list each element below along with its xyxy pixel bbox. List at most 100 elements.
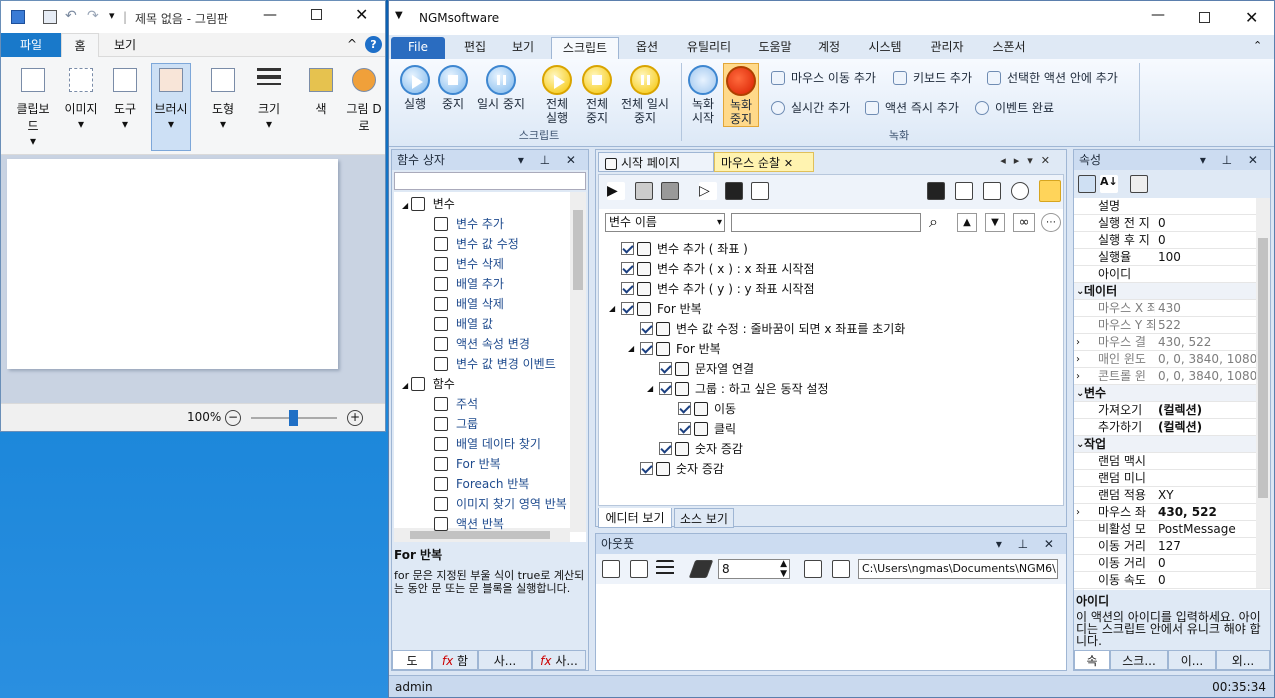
script-node[interactable]: 이동 <box>678 399 736 419</box>
node-checkbox[interactable] <box>678 422 691 435</box>
event-complete-button[interactable]: 이벤트 완료 <box>975 99 1054 117</box>
property-category[interactable]: ⌄ 작업 <box>1074 436 1270 453</box>
property-value[interactable]: 100 <box>1158 249 1181 266</box>
property-row[interactable]: 실행 전 지 0 <box>1074 215 1270 232</box>
delete-icon[interactable] <box>983 182 1001 200</box>
add-mouse-move-button[interactable]: 마우스 이동 추가 <box>771 69 876 87</box>
node-checkbox[interactable] <box>659 442 672 455</box>
function-item[interactable]: 주석 <box>434 394 478 414</box>
property-row[interactable]: › 콘트롤 윈 0, 0, 3840, 1080 <box>1074 368 1270 385</box>
expand-icon[interactable]: › <box>1076 504 1080 521</box>
size-tool[interactable]: 크기 ▾ <box>249 63 289 151</box>
stop-button[interactable]: 중지 <box>435 63 471 111</box>
more-icon[interactable]: ⋯ <box>1041 213 1061 232</box>
folder-icon[interactable] <box>832 560 850 578</box>
function-item[interactable]: 배열 삭제 <box>434 294 504 314</box>
props-controls-icon[interactable]: ▾ ⊥ ✕ <box>1200 150 1264 170</box>
function-item[interactable]: Foreach 반복 <box>434 474 529 494</box>
color-tool[interactable]: 색 <box>301 63 341 151</box>
function-item[interactable]: 배열 데이타 찾기 <box>434 434 541 454</box>
image-tool[interactable]: 이미지 ▾ <box>61 63 101 151</box>
save-icon[interactable] <box>43 10 57 24</box>
step-into-icon[interactable] <box>725 182 743 200</box>
script-node[interactable]: 클릭 <box>678 419 736 439</box>
function-item[interactable]: 변수 추가 <box>434 214 504 234</box>
function-item[interactable]: 배열 추가 <box>434 274 504 294</box>
add-inside-selected-button[interactable]: 선택한 액션 안에 추가 <box>987 69 1118 87</box>
property-row[interactable]: 이동 거리 0 <box>1074 555 1270 572</box>
property-value[interactable]: 127 <box>1158 538 1181 555</box>
zoom-thumb[interactable] <box>289 410 298 426</box>
property-value[interactable]: 0 <box>1158 572 1166 589</box>
minimize-icon[interactable]: — <box>263 7 277 23</box>
property-row[interactable]: › 매인 윈도 0, 0, 3840, 1080 <box>1074 351 1270 368</box>
property-row[interactable]: 가져오기 (컬렉션) <box>1074 402 1270 419</box>
undo-icon[interactable]: ↶ <box>65 8 77 24</box>
props-bottom-tab-2[interactable]: 이... <box>1168 650 1216 670</box>
expand-icon[interactable]: ◢ <box>647 379 653 399</box>
step-icon[interactable]: ▷ <box>699 182 717 200</box>
run-all-button[interactable]: 전체 실행 <box>537 63 577 125</box>
function-item[interactable]: 그룹 <box>434 414 478 434</box>
node-checkbox[interactable] <box>659 382 672 395</box>
collapse-ribbon-icon[interactable]: ^ <box>347 37 357 51</box>
node-checkbox[interactable] <box>640 342 653 355</box>
play-icon[interactable]: ▶ <box>607 182 625 200</box>
property-row[interactable]: 설명 <box>1074 198 1270 215</box>
tab-script[interactable]: 스크립트 <box>551 37 619 59</box>
paint-tab-file[interactable]: 파일 <box>1 33 61 57</box>
clipboard-tool[interactable]: 클립보드 ▾ <box>11 63 55 151</box>
clear-icon[interactable] <box>602 560 620 578</box>
expand-icon[interactable]: ◢ <box>628 339 634 359</box>
script-node[interactable]: 변수 추가 ( y ) : y 좌표 시작점 <box>621 279 815 299</box>
property-row[interactable]: › 마우스 좌 430, 522 <box>1074 504 1270 521</box>
down-icon[interactable]: ▼ <box>985 213 1005 232</box>
property-row[interactable]: 랜덤 미니 <box>1074 470 1270 487</box>
ribbon-collapse-icon[interactable]: ⌃ <box>1253 39 1262 52</box>
tab-options[interactable]: 옵션 <box>627 37 667 59</box>
property-pages-icon[interactable] <box>1130 175 1148 193</box>
stop-all-button[interactable]: 전체 중지 <box>577 63 617 125</box>
tab-admin[interactable]: 관리자 <box>921 37 973 59</box>
property-row[interactable]: 랜덤 맥시 <box>1074 453 1270 470</box>
record-stop-button[interactable]: 녹화 중지 <box>723 63 759 127</box>
tab-view[interactable]: 보기 <box>503 37 543 59</box>
property-row[interactable]: 이동 속도 0 <box>1074 572 1270 589</box>
func-bottom-tab-1[interactable]: fx 함 <box>432 650 478 670</box>
function-item[interactable]: 액션 속성 변경 <box>434 334 530 354</box>
script-node[interactable]: 변수 값 수정 : 줄바꿈이 되면 x 좌표를 초기화 <box>640 319 905 339</box>
pause-button[interactable]: 일시 중지 <box>473 63 529 111</box>
list-icon[interactable] <box>656 560 674 578</box>
function-item[interactable]: 배열 값 <box>434 314 493 334</box>
property-value[interactable]: PostMessage <box>1158 521 1236 538</box>
categorized-icon[interactable] <box>1078 175 1096 193</box>
up-icon[interactable]: ▲ <box>957 213 977 232</box>
find-icon[interactable] <box>1011 182 1029 200</box>
script-node[interactable]: 문자열 연결 <box>659 359 754 379</box>
property-row[interactable]: 추가하기 (컬렉션) <box>1074 419 1270 436</box>
props-bottom-tab-0[interactable]: 속 <box>1074 650 1110 670</box>
tab-account[interactable]: 계정 <box>809 37 849 59</box>
variable-select[interactable]: 변수 이름 ▾ <box>605 213 725 232</box>
property-category[interactable]: ⌄ 변수 <box>1074 385 1270 402</box>
tab-file[interactable]: File <box>391 37 445 59</box>
node-checkbox[interactable] <box>640 462 653 475</box>
expand-icon[interactable]: ◢ <box>609 299 615 319</box>
script-node[interactable]: ◢ For 반복 <box>609 299 702 319</box>
function-item[interactable]: 변수 값 수정 <box>434 234 519 254</box>
paint3d-tool[interactable]: 그림 D로 <box>345 63 383 151</box>
property-value[interactable]: (컬렉션) <box>1158 402 1202 419</box>
brush-tool[interactable]: 브러시 ▾ <box>151 63 191 151</box>
property-row[interactable]: 마우스 X 좌 430 <box>1074 300 1270 317</box>
line-count-stepper[interactable]: 8 ▲ ▼ <box>718 559 790 579</box>
property-value[interactable]: 0 <box>1158 232 1166 249</box>
script-node[interactable]: 숫자 증감 <box>659 439 743 459</box>
search-icon[interactable]: ⌕ <box>929 212 938 232</box>
paint-canvas[interactable] <box>7 159 338 369</box>
add-action-now-button[interactable]: 액션 즉시 추가 <box>865 99 959 117</box>
property-row[interactable]: 랜덤 적용 XY <box>1074 487 1270 504</box>
redo-icon[interactable]: ↷ <box>87 8 99 24</box>
property-row[interactable]: 실행율 100 <box>1074 249 1270 266</box>
property-value[interactable]: 430 <box>1158 300 1181 317</box>
property-value[interactable]: (컬렉션) <box>1158 419 1202 436</box>
